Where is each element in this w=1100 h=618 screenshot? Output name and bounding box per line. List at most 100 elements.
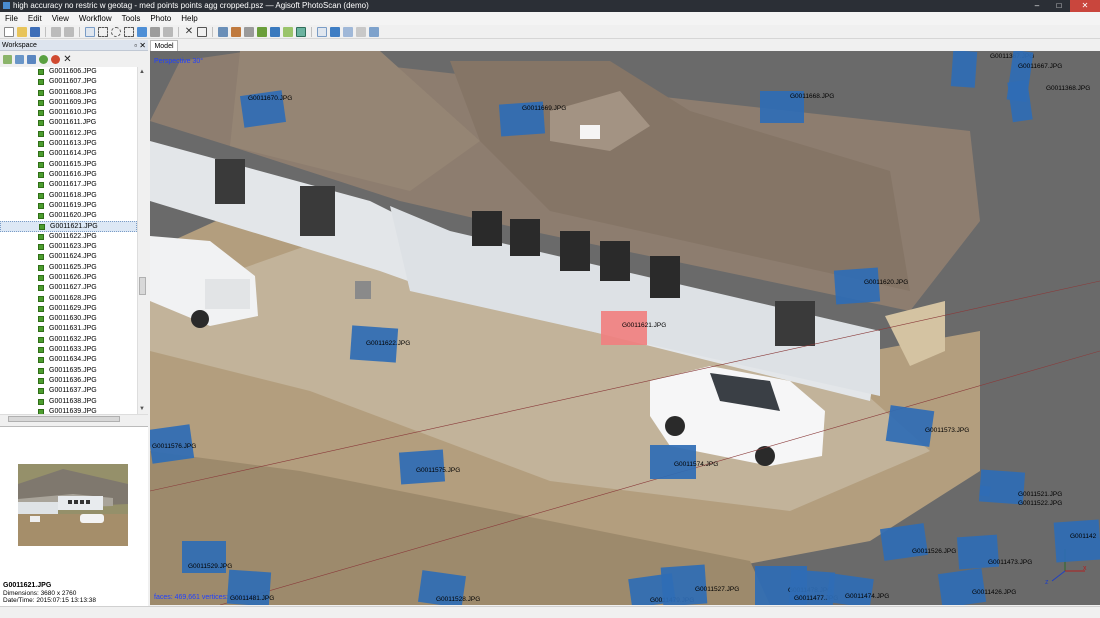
remove-item-icon[interactable]: ✕: [63, 54, 72, 64]
redo-icon[interactable]: [64, 26, 74, 37]
scrollbar-thumb[interactable]: [139, 277, 146, 295]
photo-list-item-label: G0011626.JPG: [49, 273, 97, 281]
menu-workflow[interactable]: Workflow: [74, 14, 117, 23]
camera-marker[interactable]: [885, 405, 935, 447]
save-icon[interactable]: [30, 26, 40, 37]
photo-list-item[interactable]: G0011639.JPG: [0, 407, 137, 414]
photo-list-item[interactable]: G0011611.JPG: [0, 118, 137, 128]
photo-list-item[interactable]: G0011613.JPG: [0, 139, 137, 149]
photo-list-item[interactable]: G0011636.JPG: [0, 376, 137, 386]
tiled-model-icon[interactable]: [296, 26, 306, 37]
close-button[interactable]: ✕: [1070, 0, 1100, 12]
photo-list-item[interactable]: G0011638.JPG: [0, 397, 137, 407]
dense-cloud-icon[interactable]: [231, 26, 241, 37]
photo-list-item[interactable]: G0011622.JPG: [0, 232, 137, 242]
resize-region-icon[interactable]: [163, 26, 173, 37]
photo-list-item[interactable]: G0011637.JPG: [0, 386, 137, 396]
photo-list-item[interactable]: G0011616.JPG: [0, 170, 137, 180]
menu-photo[interactable]: Photo: [145, 14, 176, 23]
select-by-color-icon[interactable]: [137, 26, 147, 37]
add-chunk-icon[interactable]: [3, 54, 12, 64]
photo-list-item[interactable]: G0011630.JPG: [0, 314, 137, 324]
photo-list-item[interactable]: G0011610.JPG: [0, 108, 137, 118]
model-viewport[interactable]: Perspective 30° faces: 469,661 vertices:…: [150, 51, 1100, 605]
photo-list-item[interactable]: G0011633.JPG: [0, 345, 137, 355]
tab-model[interactable]: Model: [150, 40, 178, 51]
shaded-icon[interactable]: [257, 26, 267, 37]
point-cloud-icon[interactable]: [218, 26, 228, 37]
tree-vertical-scrollbar[interactable]: ▲ ▼: [137, 67, 147, 414]
show-shapes-icon[interactable]: [343, 26, 353, 37]
photo-list-item[interactable]: G0011628.JPG: [0, 294, 137, 304]
navigation-icon[interactable]: [85, 26, 95, 37]
camera-marker[interactable]: [950, 51, 978, 88]
photo-list-item[interactable]: G0011609.JPG: [0, 98, 137, 108]
crop-selection-icon[interactable]: [197, 26, 207, 37]
show-markers-icon[interactable]: [330, 26, 340, 37]
camera-enabled-icon: [38, 89, 44, 96]
photo-list-item[interactable]: G0011621.JPG: [0, 221, 137, 232]
photo-list-item[interactable]: G0011607.JPG: [0, 77, 137, 87]
maximize-button[interactable]: □: [1048, 0, 1070, 12]
camera-marker[interactable]: [937, 568, 987, 605]
add-photos-icon[interactable]: [15, 54, 24, 64]
photo-list-item[interactable]: G0011620.JPG: [0, 211, 137, 221]
scrollbar-thumb[interactable]: [8, 416, 120, 422]
photo-list-item[interactable]: G0011606.JPG: [0, 67, 137, 77]
enable-camera-icon[interactable]: [39, 54, 48, 64]
circle-selection-icon[interactable]: [111, 26, 121, 37]
textured-icon[interactable]: [283, 26, 293, 37]
photo-list-item[interactable]: G0011618.JPG: [0, 191, 137, 201]
menu-tools[interactable]: Tools: [117, 14, 146, 23]
undo-icon[interactable]: [51, 26, 61, 37]
camera-enabled-icon: [38, 213, 44, 220]
camera-marker[interactable]: [1053, 519, 1100, 563]
photo-thumbnail[interactable]: [18, 464, 128, 546]
reset-view-icon[interactable]: [369, 26, 379, 37]
disable-camera-icon[interactable]: [51, 54, 60, 64]
camera-marker[interactable]: [660, 564, 708, 605]
photo-list-item[interactable]: G0011617.JPG: [0, 180, 137, 190]
photo-list-item[interactable]: G0011608.JPG: [0, 88, 137, 98]
menu-view[interactable]: View: [47, 14, 74, 23]
photo-list-item[interactable]: G0011623.JPG: [0, 242, 137, 252]
photo-list-item[interactable]: G0011629.JPG: [0, 304, 137, 314]
delete-selection-icon[interactable]: ✕: [184, 26, 194, 37]
photo-list-item[interactable]: G0011615.JPG: [0, 160, 137, 170]
scroll-down-icon[interactable]: ▼: [139, 406, 145, 412]
rectangle-selection-icon[interactable]: [98, 26, 108, 37]
menu-edit[interactable]: Edit: [23, 14, 47, 23]
scroll-up-icon[interactable]: ▲: [139, 69, 145, 75]
menu-file[interactable]: File: [0, 14, 23, 23]
camera-marker[interactable]: [826, 573, 874, 605]
photo-list-item[interactable]: G0011632.JPG: [0, 335, 137, 345]
add-folder-icon[interactable]: [27, 54, 36, 64]
camera-enabled-icon: [38, 316, 44, 323]
photo-list-item[interactable]: G0011625.JPG: [0, 263, 137, 273]
photo-list-item[interactable]: G0011627.JPG: [0, 283, 137, 293]
camera-marker[interactable]: [979, 485, 991, 497]
free-form-selection-icon[interactable]: [124, 26, 134, 37]
show-region-icon[interactable]: [356, 26, 366, 37]
photo-list-item[interactable]: G0011626.JPG: [0, 273, 137, 283]
minimize-button[interactable]: –: [1026, 0, 1048, 12]
photo-list-item[interactable]: G0011624.JPG: [0, 252, 137, 262]
new-document-icon[interactable]: [4, 26, 14, 37]
photo-list-item[interactable]: G0011631.JPG: [0, 324, 137, 334]
solid-icon[interactable]: [270, 26, 280, 37]
photo-list-item[interactable]: G0011634.JPG: [0, 355, 137, 365]
window-controls: – □ ✕: [1026, 0, 1100, 12]
move-region-icon[interactable]: [150, 26, 160, 37]
photo-list-item[interactable]: G0011635.JPG: [0, 366, 137, 376]
open-folder-icon[interactable]: [17, 26, 27, 37]
camera-marker[interactable]: [833, 267, 881, 305]
camera-marker[interactable]: [879, 523, 929, 561]
menu-help[interactable]: Help: [176, 14, 202, 23]
photo-list-item[interactable]: G0011619.JPG: [0, 201, 137, 211]
show-cameras-icon[interactable]: [317, 26, 327, 37]
tree-horizontal-scrollbar[interactable]: [0, 414, 148, 423]
wireframe-icon[interactable]: [244, 26, 254, 37]
photo-list-item[interactable]: G0011614.JPG: [0, 149, 137, 159]
workspace-panel-controls[interactable]: ▫ ✕: [134, 40, 146, 51]
photo-list-item[interactable]: G0011612.JPG: [0, 129, 137, 139]
